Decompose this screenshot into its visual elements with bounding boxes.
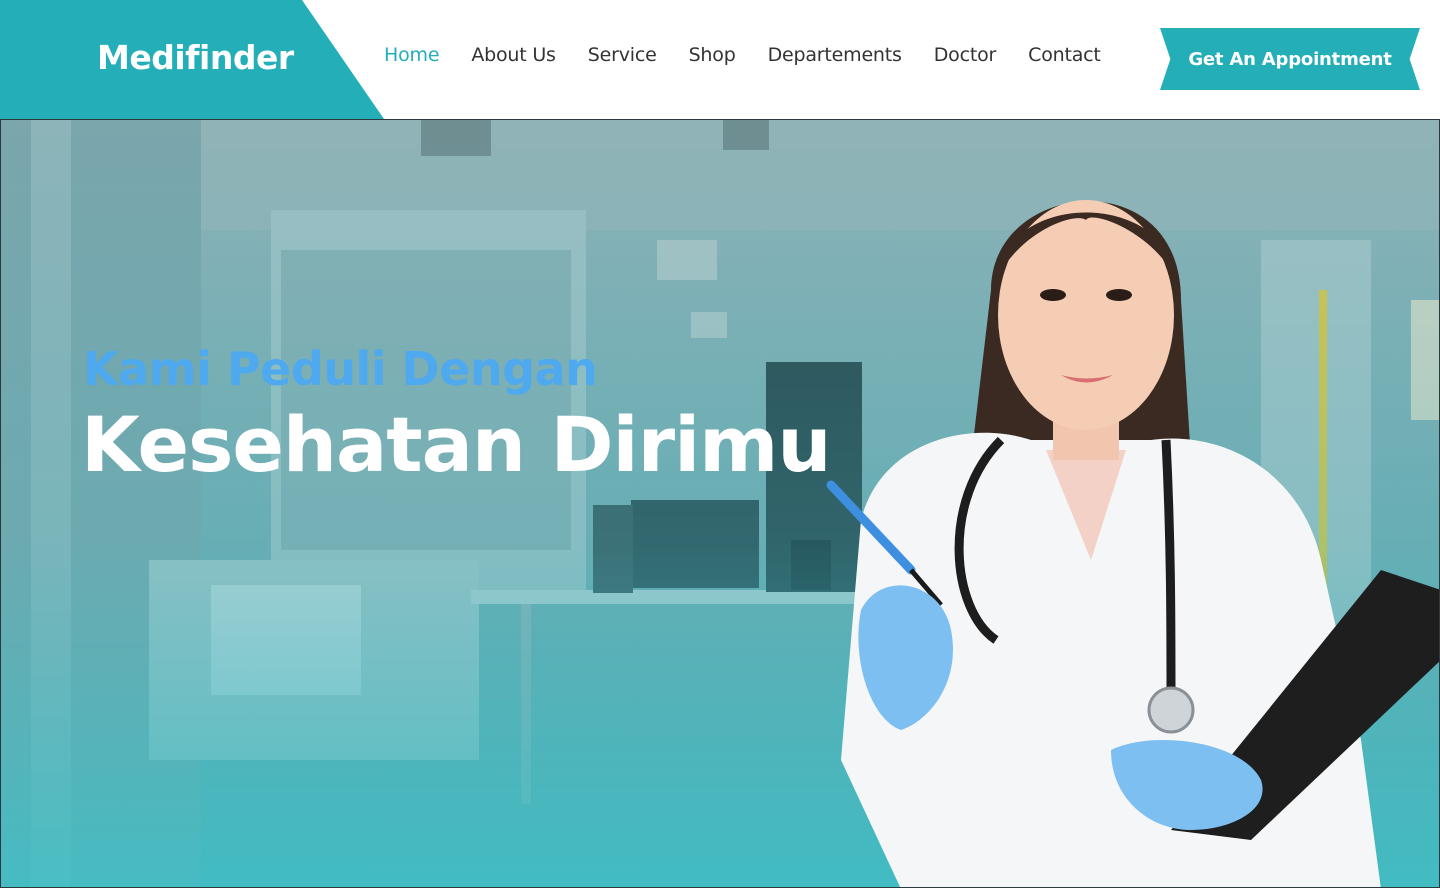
hero-section: Kami Peduli Dengan Kesehatan Dirimu [0, 119, 1440, 888]
nav-item-contact[interactable]: Contact [1028, 44, 1101, 74]
nav-item-departements[interactable]: Departements [768, 44, 902, 74]
logo[interactable]: Medifinder [97, 38, 294, 77]
hero-subtitle: Kami Peduli Dengan [83, 342, 598, 396]
nav-item-service[interactable]: Service [588, 44, 657, 74]
site-header: Medifinder Home About Us Service Shop De… [0, 0, 1440, 119]
nav-item-about-us[interactable]: About Us [471, 44, 556, 74]
nav-item-doctor[interactable]: Doctor [934, 44, 997, 74]
doctor-image [826, 200, 1439, 887]
nav-item-home[interactable]: Home [384, 44, 440, 74]
main-nav: Home About Us Service Shop Departements … [384, 44, 1133, 74]
nav-item-shop[interactable]: Shop [689, 44, 736, 74]
get-appointment-button[interactable]: Get An Appointment [1160, 28, 1420, 90]
hero-title: Kesehatan Dirimu [81, 400, 831, 489]
